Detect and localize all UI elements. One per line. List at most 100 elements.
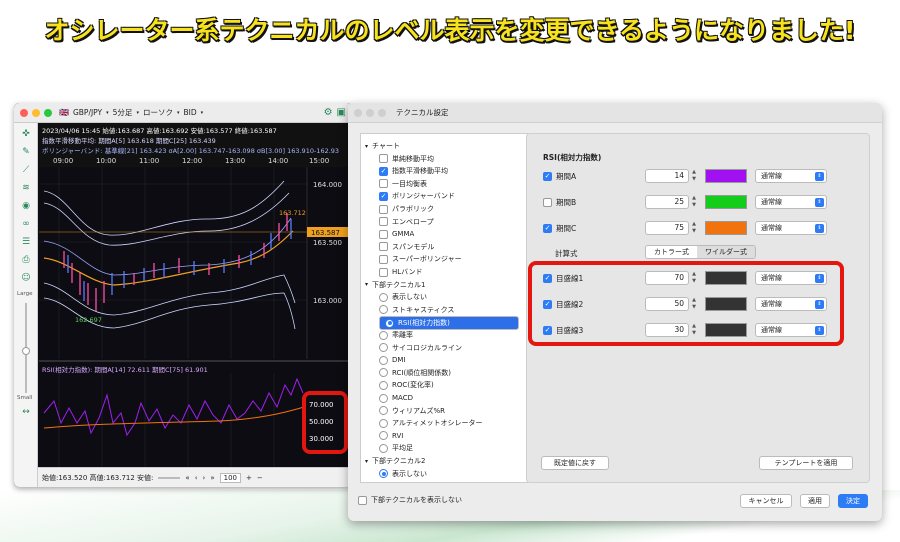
zoom-slider-handle[interactable]	[22, 347, 30, 355]
chart-type-select[interactable]: ローソク	[143, 107, 173, 118]
tree-item-lower1[interactable]: アルティメットオシレーター	[379, 417, 483, 429]
tree-item-chart[interactable]: パラボリック	[379, 203, 434, 215]
tree-item-lower1[interactable]: DMI	[379, 354, 406, 366]
layout-icon[interactable]: ▣	[337, 107, 346, 118]
calc-option-wilder[interactable]: ワイルダー式	[697, 246, 755, 258]
person-tool-icon[interactable]: ☺	[21, 273, 31, 283]
item-radio[interactable]	[379, 368, 388, 378]
minimize-window-button[interactable]	[32, 108, 40, 117]
item-radio[interactable]	[385, 318, 394, 328]
item-radio[interactable]	[379, 305, 388, 315]
apply-button[interactable]: 適用	[800, 494, 830, 508]
period-color-swatch[interactable]	[705, 221, 747, 235]
item-radio[interactable]	[379, 443, 388, 453]
stepper-icon[interactable]: ▲ ▼	[690, 169, 698, 183]
stepper-icon[interactable]: ▲ ▼	[690, 195, 698, 209]
zoom-window-button[interactable]	[378, 108, 386, 117]
list-tool-icon[interactable]: ☰	[21, 237, 31, 247]
side-select[interactable]: BID	[183, 108, 196, 117]
scroll-slider[interactable]	[158, 476, 181, 479]
tree-group-chart[interactable]: ▾ チャート	[365, 140, 400, 152]
item-checkbox[interactable]	[379, 254, 388, 264]
tree-item-lower1[interactable]: RVI	[379, 430, 403, 442]
stepper-icon[interactable]: ▲ ▼	[690, 221, 698, 235]
link-tool-icon[interactable]: ∞	[21, 219, 31, 229]
fibonacci-tool-icon[interactable]: ≋	[21, 183, 31, 193]
zoom-out-icon[interactable]: −	[257, 474, 263, 482]
next-page-icon[interactable]: ›	[203, 474, 206, 482]
apply-template-button[interactable]: テンプレートを適用	[759, 456, 853, 470]
calc-option-cutler[interactable]: カトラー式	[646, 246, 697, 258]
reset-defaults-button[interactable]: 既定値に戻す	[541, 456, 609, 470]
period-color-swatch[interactable]	[705, 169, 747, 183]
expand-icon[interactable]: ↔	[21, 407, 31, 417]
tree-item-chart[interactable]: スパンモデル	[379, 241, 434, 253]
item-radio[interactable]	[379, 355, 388, 365]
tree-item-lower1[interactable]: サイコロジカルライン	[379, 342, 462, 354]
zoom-window-button[interactable]	[44, 108, 52, 117]
item-radio[interactable]	[379, 343, 388, 353]
item-radio[interactable]	[379, 330, 388, 340]
period-checkbox[interactable]	[543, 197, 552, 207]
tree-item-chart[interactable]: エンベロープ	[379, 216, 434, 228]
tree-item-lower1[interactable]: 乖離率	[379, 329, 413, 341]
tree-item-chart[interactable]: ✓ ボリンジャーバンド	[379, 190, 455, 202]
period-line-style-select[interactable]: 通常線 ⇕	[755, 195, 827, 209]
tree-item-lower1[interactable]: ストキャスティクス	[379, 304, 454, 316]
tree-group-lower1[interactable]: ▾ 下部テクニカル1	[365, 279, 425, 291]
hide-lower-row[interactable]: 下部テクニカルを表示しない	[358, 495, 462, 505]
item-checkbox[interactable]: ✓	[379, 166, 388, 176]
globe-tool-icon[interactable]: ◉	[21, 201, 31, 211]
period-checkbox[interactable]: ✓	[543, 171, 552, 181]
item-checkbox[interactable]	[379, 154, 388, 164]
item-checkbox[interactable]	[379, 229, 388, 239]
tree-item-lower2[interactable]: 表示しない	[379, 468, 427, 480]
item-radio[interactable]	[379, 406, 388, 416]
period-line-style-select[interactable]: 通常線 ⇕	[755, 169, 827, 183]
period-color-swatch[interactable]	[705, 195, 747, 209]
period-value-input[interactable]: 14	[645, 169, 689, 183]
prev-page-icon[interactable]: ‹	[195, 474, 198, 482]
last-page-icon[interactable]: »	[210, 474, 214, 482]
tree-item-chart[interactable]: 一目均衡表	[379, 178, 427, 190]
item-radio[interactable]	[379, 393, 388, 403]
item-checkbox[interactable]	[379, 179, 388, 189]
gear-icon[interactable]: ⚙	[324, 107, 333, 118]
first-page-icon[interactable]: «	[185, 474, 189, 482]
item-checkbox[interactable]: ✓	[379, 191, 388, 201]
hide-lower-checkbox[interactable]	[358, 495, 367, 505]
item-checkbox[interactable]	[379, 242, 388, 252]
print-tool-icon[interactable]: ⎙	[21, 255, 31, 265]
minimize-window-button[interactable]	[366, 108, 374, 117]
item-radio[interactable]	[379, 469, 388, 479]
cursor-tool-icon[interactable]: ✜	[21, 129, 31, 139]
tree-item-lower1[interactable]: ROC(変化率)	[379, 379, 434, 391]
zoom-select[interactable]: 100	[219, 472, 242, 483]
tree-item-chart[interactable]: スーパーボリンジャー	[379, 253, 462, 265]
period-checkbox[interactable]: ✓	[543, 223, 552, 233]
tree-group-lower2[interactable]: ▾ 下部テクニカル2	[365, 455, 425, 467]
tree-item-chart[interactable]: HLバンド	[379, 266, 423, 278]
item-radio[interactable]	[379, 292, 388, 302]
ok-button[interactable]: 決定	[838, 494, 868, 508]
pen-tool-icon[interactable]: ✎	[21, 147, 31, 157]
zoom-in-icon[interactable]: +	[246, 474, 252, 482]
tree-item-lower1[interactable]: ウィリアムズ%R	[379, 405, 445, 417]
period-select[interactable]: 5分足	[113, 107, 133, 118]
tree-item-lower1[interactable]: 平均足	[379, 442, 413, 454]
tree-item-chart[interactable]: GMMA	[379, 228, 414, 240]
close-window-button[interactable]	[20, 108, 28, 117]
period-line-style-select[interactable]: 通常線 ⇕	[755, 221, 827, 235]
period-value-input[interactable]: 75	[645, 221, 689, 235]
tree-item-chart[interactable]: ✓ 指数平滑移動平均	[379, 165, 448, 177]
item-radio[interactable]	[379, 380, 388, 390]
close-window-button[interactable]	[354, 108, 362, 117]
trendline-tool-icon[interactable]: ⟋	[21, 165, 31, 175]
item-checkbox[interactable]	[379, 204, 388, 214]
item-radio[interactable]	[379, 418, 388, 428]
item-checkbox[interactable]	[379, 217, 388, 227]
symbol-select[interactable]: GBP/JPY	[73, 108, 102, 117]
tree-item-lower1[interactable]: MACD	[379, 392, 413, 404]
period-value-input[interactable]: 25	[645, 195, 689, 209]
tree-item-lower1[interactable]: RCI(順位相関係数)	[379, 367, 451, 379]
